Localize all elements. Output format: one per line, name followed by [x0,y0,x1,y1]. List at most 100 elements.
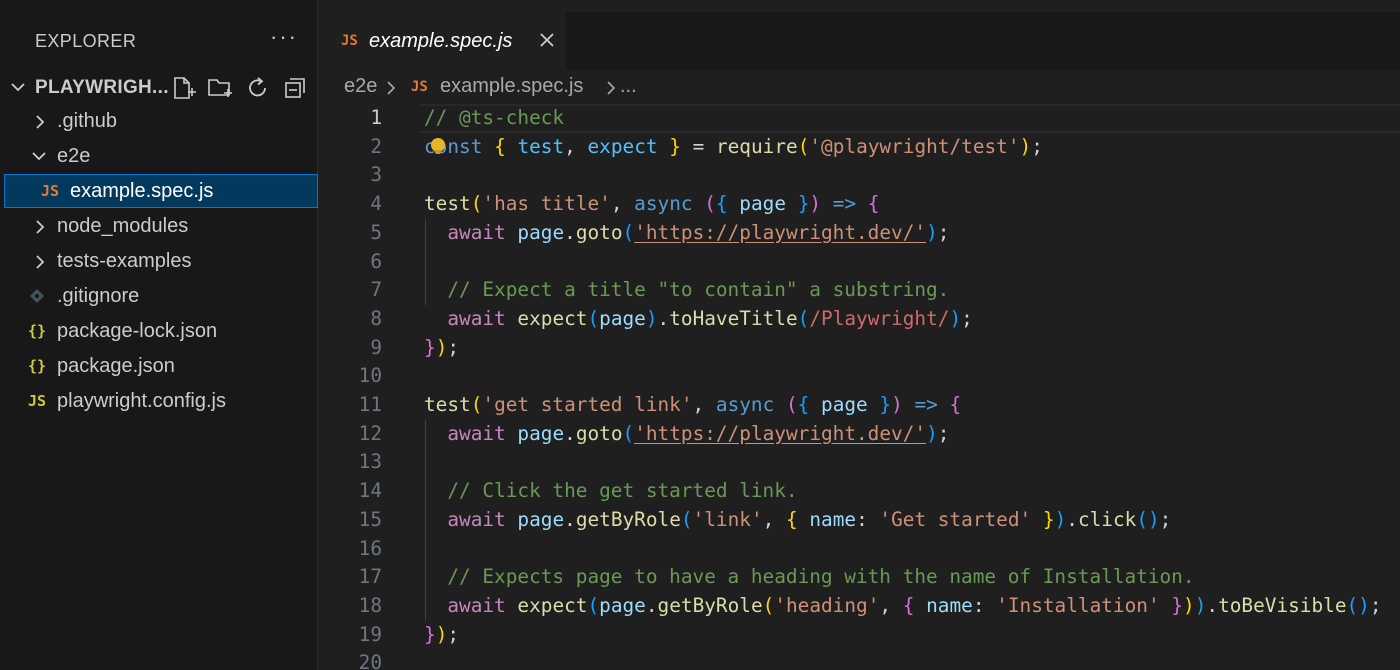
tree-item-playwright-config[interactable]: JS playwright.config.js [0,384,318,418]
code-token: : [856,507,880,531]
code-line[interactable]: 18 await expect(page.getByRole('heading'… [319,592,1400,621]
code-line[interactable]: 2 const { test, expect } = require('@play… [319,133,1400,162]
code-line[interactable]: 11 test('get started link', async ({ page… [319,391,1400,420]
code-line[interactable]: 10 [319,362,1400,391]
code-line[interactable]: 13 [319,448,1400,477]
new-folder-icon[interactable] [207,75,233,101]
code-text: // Expects page to have a heading with t… [424,565,1194,588]
code-token: ; [961,306,973,330]
tree-item-label: example.spec.js [70,180,214,202]
code-token: await [447,507,506,531]
tab-example-spec[interactable]: JS example.spec.js [319,12,566,70]
code-editor[interactable]: 20 19}); 18 await expect(page.getByRole('h… [319,104,1400,670]
line-number: 3 [370,163,382,187]
more-actions-icon[interactable]: ··· [270,24,298,50]
breadcrumb-file[interactable]: example.spec.js [440,75,583,98]
code-token: ; [447,335,460,359]
code-text: await page.goto('https://playwright.dev/… [424,221,949,244]
code-line[interactable]: 4 test('has title', async ({ page }) => { [319,190,1400,219]
code-line[interactable]: 6 [319,248,1400,277]
line-number: 9 [370,335,382,359]
code-token: . [564,507,576,531]
code-line[interactable]: 8 await expect(page).toHaveTitle(/Playwr… [319,305,1400,334]
json-file-icon: {} [28,322,47,340]
lightbulb-icon[interactable] [431,138,445,154]
code-token: 'Installation' [996,593,1160,617]
code-token: await [447,306,506,330]
code-token: } [1171,593,1184,617]
code-line[interactable]: 7 // Expect a title "to contain" a subst… [319,276,1400,305]
code-token: await [447,593,506,617]
code-token: . [564,421,576,445]
tree-item-e2e[interactable]: e2e [0,139,318,173]
code-token: ) [1054,507,1067,531]
code-token: ( [680,507,693,531]
code-token: ; [937,220,950,244]
code-token: expect [587,134,658,158]
code-token: } [879,393,892,416]
line-number: 13 [358,450,382,474]
code-line[interactable]: 5 await page.goto('https://playwright.de… [319,219,1400,248]
code-line[interactable]: 15 await page.getByRole('link', { name: … [319,506,1400,535]
code-token: ) [949,306,962,330]
tree-item-package-lock[interactable]: {} package-lock.json [0,314,318,348]
code-token: , [879,593,903,617]
js-file-icon: JS [28,392,47,410]
tree-item-label: tests-examples [57,250,192,272]
code-token: () [1136,507,1160,531]
refresh-icon[interactable] [245,75,271,101]
code-text: await page.goto('https://playwright.dev/… [424,422,949,445]
code-token: page [599,306,646,330]
code-token: } [669,134,681,158]
breadcrumb-folder[interactable]: e2e [344,75,377,98]
indent-guide [425,420,426,621]
tree-item-tests-examples[interactable]: tests-examples [0,244,318,278]
code-line[interactable]: 3 [319,161,1400,190]
breadcrumb-symbols[interactable]: ... [620,75,637,98]
code-token: ( [704,192,716,216]
code-token: 'https://playwright.dev/' [634,421,927,445]
line-number: 20 [358,651,382,670]
code-token: ( [470,192,483,216]
code-line[interactable]: 20 [319,649,1400,670]
code-token: ( [587,306,600,330]
code-line[interactable]: 19}); [319,621,1400,650]
code-line[interactable]: 1 // @ts-check [319,104,1400,133]
tree-item-package-json[interactable]: {} package.json [0,349,318,383]
code-token: . [657,306,670,330]
tree-item-label: .github [57,110,118,132]
code-line[interactable]: 14 // Click the get started link. [319,477,1400,506]
close-icon[interactable] [538,30,556,50]
code-token: page [821,393,868,416]
code-line[interactable]: 16 [319,535,1400,564]
collapse-all-icon[interactable] [283,75,309,101]
new-file-icon[interactable] [170,75,196,101]
code-token: name [926,593,973,617]
tree-item-label: node_modules [57,215,189,237]
code-line[interactable]: 9}); [319,334,1400,363]
tree-item-github[interactable]: .github [0,104,318,138]
code-line[interactable]: 12 await page.goto('https://playwright.d… [319,420,1400,449]
code-token: toHaveTitle [669,306,798,330]
project-folder-header[interactable]: PLAYWRIGH... [0,70,318,104]
code-token: async [634,192,693,216]
tree-item-example-spec[interactable]: JS example.spec.js [4,174,318,208]
code-token: // Click the get started link. [447,479,798,503]
tree-item-gitignore[interactable]: .gitignore [0,279,318,313]
code-line[interactable]: 17 // Expects page to have a heading wit… [319,563,1400,592]
line-number: 12 [358,421,382,445]
code-token: ( [797,306,810,330]
tree-item-node-modules[interactable]: node_modules [0,209,318,243]
line-number: 6 [370,249,382,273]
line-number: 16 [358,536,382,560]
line-number: 10 [358,364,382,388]
code-token: ; [1369,593,1382,617]
